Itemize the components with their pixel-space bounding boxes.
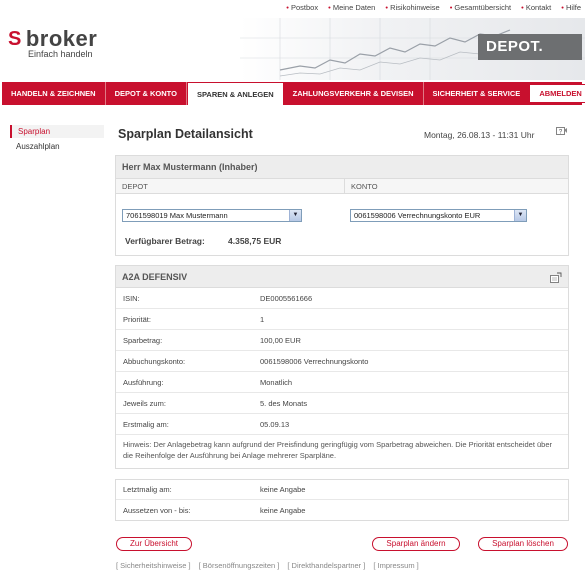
nav-depot-konto[interactable]: DEPOT & KONTO	[106, 82, 187, 105]
nav-sicherheit-service[interactable]: SICHERHEIT & SERVICE	[424, 82, 530, 105]
footer-link-impressum[interactable]: [ Impressum ]	[373, 561, 418, 570]
overview-button[interactable]: Zur Übersicht	[116, 537, 192, 551]
footer-link-boersenoeffnungszeiten[interactable]: [ Börsenöffnungszeiten ]	[199, 561, 280, 570]
sidebar-item-auszahlplan[interactable]: Auszahlplan	[10, 140, 104, 153]
fund-title: A2A DEFENSIV	[116, 266, 568, 288]
export-icon[interactable]	[550, 272, 562, 284]
logout-button[interactable]: ABMELDEN	[529, 84, 585, 103]
depot-konto-header: DEPOT KONTO	[116, 178, 568, 194]
help-icon[interactable]: ?	[556, 126, 568, 138]
depot-select-value: 7061598019 Max Mustermann	[126, 211, 228, 220]
detail-row: Priorität: 1	[116, 309, 568, 330]
top-link-gesamtuebersicht[interactable]: Gesamtübersicht	[450, 3, 511, 12]
konto-column-label: KONTO	[351, 182, 378, 191]
datetime: Montag, 26.08.13 - 11:31 Uhr	[424, 130, 535, 140]
depot-select[interactable]: 7061598019 Max Mustermann ▼	[122, 209, 302, 222]
owner-name: Herr Max Mustermann (Inhaber)	[116, 156, 568, 178]
chevron-down-icon: ▼	[289, 210, 301, 221]
konto-select[interactable]: 0061598006 Verrechnungskonto EUR ▼	[350, 209, 527, 222]
footer-link-sicherheitshinweise[interactable]: [ Sicherheitshinweise ]	[116, 561, 191, 570]
nav-zahlungsverkehr-devisen[interactable]: ZAHLUNGSVERKEHR & DEVISEN	[284, 82, 424, 105]
detail-value: keine Angabe	[260, 505, 306, 515]
footer-link-direkthandelspartner[interactable]: [ Direkthandelspartner ]	[287, 561, 365, 570]
detail-value: 05.09.13	[260, 419, 290, 429]
detail-value: 5. des Monats	[260, 398, 308, 408]
top-links: Postbox Meine Daten Risikohinweise Gesam…	[286, 3, 581, 12]
detail-label: ISIN:	[123, 293, 140, 303]
sidebar-item-sparplan[interactable]: Sparplan	[10, 125, 104, 138]
detail-value: 100,00 EUR	[260, 335, 301, 345]
logo[interactable]: S broker Einfach handeln	[8, 26, 97, 59]
detail-row: Jeweils zum: 5. des Monats	[116, 393, 568, 414]
main-nav: HANDELN & ZEICHNEN DEPOT & KONTO SPAREN …	[2, 82, 585, 105]
chevron-down-icon: ▼	[514, 210, 526, 221]
detail-row: Ausführung: Monatlich	[116, 372, 568, 393]
konto-select-value: 0061598006 Verrechnungskonto EUR	[354, 211, 481, 220]
detail-row: Abbuchungskonto: 0061598006 Verrechnungs…	[116, 351, 568, 372]
detail-value: Monatlich	[260, 377, 293, 387]
available-label: Verfügbarer Betrag:	[125, 236, 205, 246]
available-value: 4.358,75 EUR	[228, 236, 282, 246]
depot-column-label: DEPOT	[116, 179, 345, 193]
page-title: Sparplan Detailansicht	[118, 127, 253, 141]
detail-label: Erstmalig am:	[123, 419, 169, 429]
detail-panel: A2A DEFENSIV ISIN: DE0005561666 Prioritä…	[115, 265, 569, 469]
top-link-meine-daten[interactable]: Meine Daten	[328, 3, 376, 12]
detail-value: 0061598006 Verrechnungskonto	[260, 356, 369, 366]
detail-label: Priorität:	[123, 314, 151, 324]
detail-row: Sparbetrag: 100,00 EUR	[116, 330, 568, 351]
detail-value: 1	[260, 314, 265, 324]
delete-sparplan-button[interactable]: Sparplan löschen	[478, 537, 568, 551]
nav-sparen-anlegen[interactable]: SPAREN & ANLEGEN	[186, 82, 284, 105]
detail-label: Ausführung:	[123, 377, 164, 387]
detail-row: Erstmalig am: 05.09.13	[116, 414, 568, 435]
detail-value: keine Angabe	[260, 485, 306, 494]
hint-text: Hinweis: Der Anlagebetrag kann aufgrund …	[123, 440, 553, 460]
schedule-panel: Letztmalig am: keine Angabe Aussetzen vo…	[115, 479, 569, 521]
change-sparplan-button[interactable]: Sparplan ändern	[372, 537, 460, 551]
detail-label: Aussetzen von - bis:	[123, 505, 191, 515]
detail-label: Sparbetrag:	[123, 335, 163, 345]
top-link-postbox[interactable]: Postbox	[286, 3, 318, 12]
detail-label: Letztmalig am:	[123, 485, 172, 494]
footer-links: [ Sicherheitshinweise ] [ Börsenöffnungs…	[116, 561, 419, 570]
top-link-hilfe[interactable]: Hilfe	[561, 3, 581, 12]
detail-label: Abbuchungskonto:	[123, 356, 186, 366]
detail-row: Aussetzen von - bis: keine Angabe	[116, 500, 568, 520]
logo-tagline: Einfach handeln	[28, 49, 93, 59]
top-link-risikohinweise[interactable]: Risikohinweise	[385, 3, 440, 12]
depot-badge: DEPOT.	[478, 34, 582, 60]
detail-row: ISIN: DE0005561666	[116, 288, 568, 309]
sparkasse-s-icon: S	[8, 27, 22, 50]
detail-label: Jeweils zum:	[123, 398, 166, 408]
nav-handeln-zeichnen[interactable]: HANDELN & ZEICHNEN	[2, 82, 106, 105]
top-link-kontakt[interactable]: Kontakt	[521, 3, 551, 12]
owner-panel: Herr Max Mustermann (Inhaber) DEPOT KONT…	[115, 155, 569, 256]
detail-row: Letztmalig am: keine Angabe	[116, 480, 568, 500]
sidebar: Sparplan Auszahlplan	[10, 125, 104, 155]
detail-value: DE0005561666	[260, 293, 313, 303]
